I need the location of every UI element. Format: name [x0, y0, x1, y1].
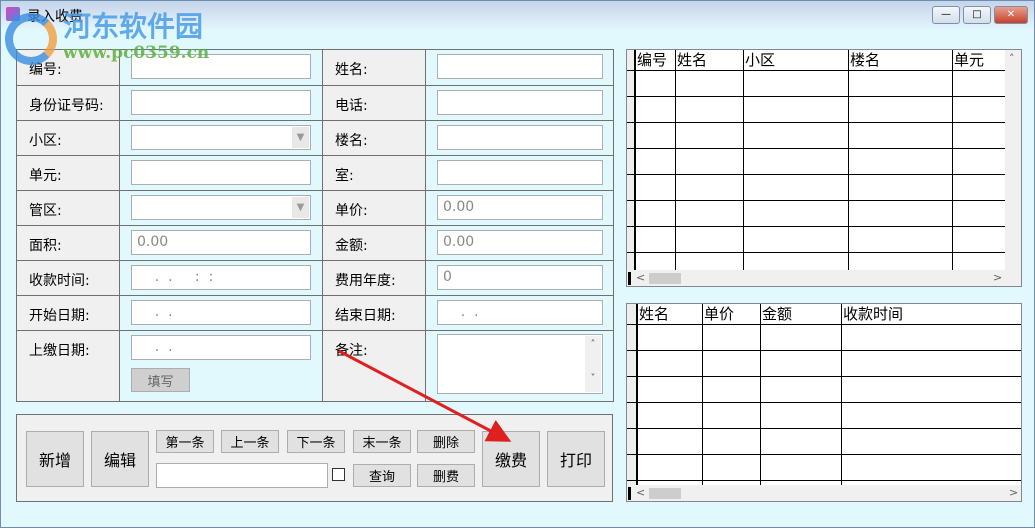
window: 录入收费 — □ ✕ 编号: 姓名: 身份证号码: 电话: 小区: 楼名: ▼ 单元: 室: 管区…	[0, 0, 1035, 528]
annotation-arrow	[338, 349, 512, 442]
